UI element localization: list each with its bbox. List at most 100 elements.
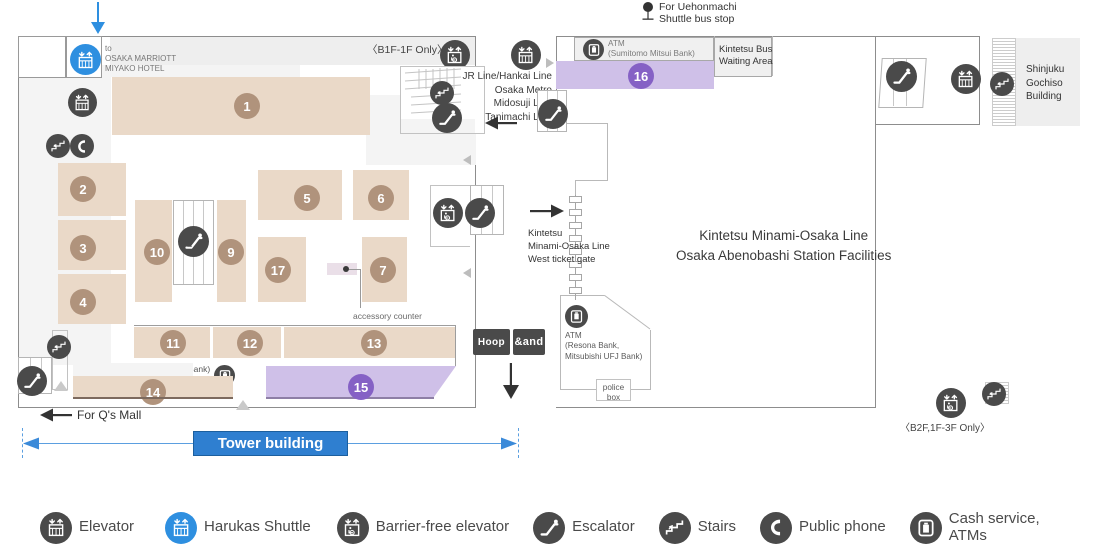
escalator-icon-station[interactable] [538, 99, 568, 129]
tower-building-bar: Tower building [193, 431, 348, 456]
b1f-1f-only-label: 〈B1F-1F Only〉 [367, 44, 448, 56]
public-phone-icon [760, 511, 793, 544]
corridor-wall-b [607, 123, 608, 180]
west-ticket-gate-arrow-icon [530, 200, 564, 227]
for-qs-mall-label: For Q's Mall [77, 408, 142, 422]
triangle-left-upper [463, 155, 471, 165]
shop14-backdrop [73, 363, 193, 377]
shop-number-3: 3 [70, 235, 96, 261]
legend-item-elevator: Elevator [40, 511, 135, 544]
elevator-icon [40, 511, 72, 544]
down-arrow-bottom-mid-icon [500, 363, 522, 404]
shop-number-17: 17 [265, 257, 291, 283]
harukas-shuttle-icon [165, 511, 198, 544]
legend-label-harukas-shuttle: Harukas Shuttle [204, 518, 311, 536]
escalator-icon-station-right[interactable] [886, 61, 917, 92]
tower-extent-right-dash [518, 428, 519, 458]
shop-number-13: 13 [361, 330, 387, 356]
kintetsu-bus-waiting-label: Kintetsu Bus Waiting Area [719, 44, 773, 68]
shop-number-12: 12 [237, 330, 263, 356]
stairs-icon-lower-left[interactable] [47, 335, 71, 359]
shop-number-16: 16 [628, 63, 654, 89]
wall-station-midtop [875, 124, 980, 125]
shop-number-9: 9 [218, 239, 244, 265]
shop-number-7: 7 [370, 257, 396, 283]
hotel-entrance-box [18, 36, 66, 78]
triangle-up-left [54, 381, 68, 391]
escalator-icon [533, 511, 566, 544]
ticket-gate-2 [569, 209, 582, 216]
shop-number-14: 14 [140, 379, 166, 405]
shop15-underline [266, 397, 434, 399]
stairs-icon [658, 511, 691, 544]
police-box-label: police box [602, 383, 625, 402]
legend-item-stairs: Stairs [658, 511, 737, 544]
hotel-arrow-down-icon [90, 2, 106, 39]
shop-number-2: 2 [70, 176, 96, 202]
atm-icon [909, 511, 942, 544]
atm-icon-resona[interactable] [565, 305, 588, 328]
legend-label-atm: Cash service, ATMs [948, 509, 1040, 544]
shop13-rightline [455, 325, 456, 366]
hotel-label: to OSAKA MARRIOTT MIYAKO HOTEL [105, 44, 177, 73]
qs-mall-arrow-icon [40, 405, 72, 430]
legend-item-barrier-free-elevator: Barrier-free elevator [336, 511, 510, 544]
wall-station-bottom [556, 407, 876, 408]
shop-number-4: 4 [70, 289, 96, 315]
elevator-icon-station-right[interactable] [951, 64, 981, 94]
public-phone-icon-left[interactable] [70, 134, 94, 158]
ticket-gate-1 [569, 196, 582, 203]
tower-arrow-right-icon [501, 437, 517, 455]
escalator-icon-center[interactable] [178, 226, 209, 257]
corridor-wall-c [575, 180, 608, 181]
mid-corridor-box [430, 185, 470, 247]
and-logo[interactable]: &and [513, 329, 545, 355]
legend: Elevator Harukas Shuttle Barrier-free el… [0, 495, 1100, 560]
west-ticket-gate-label: Kintetsu Minami-Osaka Line West ticket g… [528, 228, 610, 265]
atm-sumitomo-label: ATM (Sumitomo Mitsui Bank) [608, 39, 695, 58]
legend-item-public-phone: Public phone [760, 511, 886, 544]
lower-room-left [560, 295, 561, 389]
shop14-underline [73, 397, 233, 399]
atm-icon-sumitomo[interactable] [583, 39, 604, 60]
lower-room-right [650, 330, 651, 389]
ticket-gate-8 [569, 287, 582, 294]
station-facilities-title: Kintetsu Minami-Osaka Line Osaka Abenoba… [676, 228, 892, 264]
atm-resona-label: ATM (Resona Bank, Mitsubishi UFJ Bank) [565, 331, 643, 361]
triangle-left-lower [463, 268, 471, 278]
legend-label-barrier-free-elevator: Barrier-free elevator [375, 518, 510, 536]
escalator-icon-bottom-left[interactable] [17, 366, 47, 396]
shop-number-6: 6 [368, 185, 394, 211]
triangle-right-station [546, 58, 554, 68]
shop-number-11: 11 [160, 330, 186, 356]
barrier-free-elevator-icon [336, 511, 369, 544]
stairs-icon-top-mid[interactable] [430, 81, 454, 105]
stairs-icon-upper-left[interactable] [46, 134, 70, 158]
hoop-logo[interactable]: Hoop [473, 329, 510, 355]
shop-number-5: 5 [294, 185, 320, 211]
elevator-icon-top-mid[interactable] [511, 40, 541, 70]
triangle-up-mid [236, 400, 250, 410]
elevator-icon-left[interactable] [68, 88, 97, 117]
accessory-counter-leader-v [360, 269, 361, 308]
tower-arrow-left-icon [23, 437, 39, 455]
ticket-gate-7 [569, 274, 582, 281]
legend-label-elevator: Elevator [79, 518, 135, 536]
rail-lines-arrow-left-icon [485, 113, 517, 138]
lower-room-top [560, 295, 604, 296]
barrier-free-elevator-icon-bottom-right[interactable] [936, 388, 966, 418]
harukas-shuttle-icon[interactable] [70, 44, 101, 75]
legend-label-public-phone: Public phone [799, 518, 886, 536]
wall-station-top2 [875, 36, 980, 37]
stairs-icon-bottom-right[interactable] [982, 382, 1006, 406]
shuttle-bus-stop-marker [641, 2, 655, 22]
lower-room-diag [604, 295, 652, 331]
shop-number-15: 15 [348, 374, 374, 400]
b2f-1f-3f-only-label: 〈B2F,1F-3F Only〉 [900, 423, 991, 434]
legend-item-harukas-shuttle: Harukas Shuttle [165, 511, 311, 544]
shuttle-bus-stop-label: For Uehonmachi Shuttle bus stop [659, 1, 737, 26]
legend-label-stairs: Stairs [697, 518, 737, 536]
legend-item-atm: Cash service, ATMs [909, 509, 1040, 545]
stairs-icon-gochiso[interactable] [990, 72, 1014, 96]
floor-map: For Uehonmachi Shuttle bus stop to OSAKA… [0, 0, 1100, 560]
